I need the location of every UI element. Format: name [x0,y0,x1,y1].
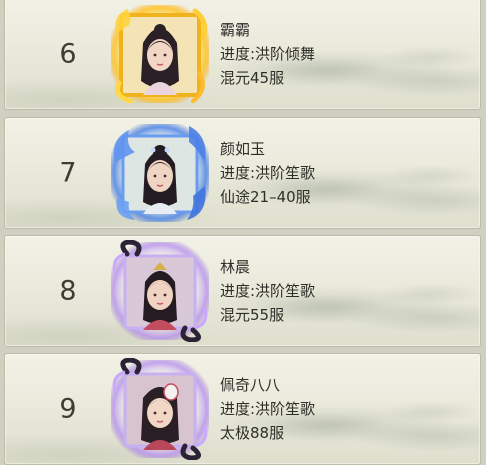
rank-number: 7 [59,157,77,189]
player-name: 颜如玉 [220,140,266,158]
player-progress: 进度:洪阶倾舞 [220,45,316,63]
player-name: 林晨 [220,258,251,276]
player-progress: 进度:洪阶笙歌 [220,400,316,418]
player-server: 混元55服 [220,306,285,324]
player-avatar[interactable] [109,358,211,460]
player-info: 霸霸 进度:洪阶倾舞 混元45服 [220,18,315,90]
rank-number: 9 [59,393,77,425]
player-server: 太极88服 [220,424,285,442]
blue-flame-avatar-frame-icon [111,124,209,222]
player-avatar[interactable] [109,3,211,105]
ranking-row[interactable]: 9 佩奇八八 进度:洪阶笙歌 太极88服 [4,353,481,465]
ranking-list: 6 霸霸 进度:洪阶倾舞 混元45服 7 颜如玉 进度:洪阶笙歌 仙途21–40… [0,0,486,465]
player-server: 仙途21–40服 [220,188,311,206]
player-progress: 进度:洪阶笙歌 [220,164,316,182]
player-progress: 进度:洪阶笙歌 [220,282,316,300]
player-name: 佩奇八八 [220,376,281,394]
purple-swirl-avatar-frame-icon [111,358,209,460]
player-name: 霸霸 [220,21,251,39]
ranking-row[interactable]: 6 霸霸 进度:洪阶倾舞 混元45服 [4,0,481,110]
player-avatar[interactable] [109,240,211,342]
rank-number: 8 [59,275,77,307]
player-avatar[interactable] [109,122,211,224]
player-info: 佩奇八八 进度:洪阶笙歌 太极88服 [220,373,315,445]
player-info: 林晨 进度:洪阶笙歌 混元55服 [220,255,315,327]
ranking-row[interactable]: 8 林晨 进度:洪阶笙歌 混元55服 [4,235,481,347]
purple-swirl-avatar-frame-icon [111,240,209,342]
ranking-row[interactable]: 7 颜如玉 进度:洪阶笙歌 仙途21–40服 [4,117,481,229]
player-info: 颜如玉 进度:洪阶笙歌 仙途21–40服 [220,137,315,209]
player-server: 混元45服 [220,69,285,87]
rank-number: 6 [59,38,77,70]
gold-flame-avatar-frame-icon [111,5,209,104]
